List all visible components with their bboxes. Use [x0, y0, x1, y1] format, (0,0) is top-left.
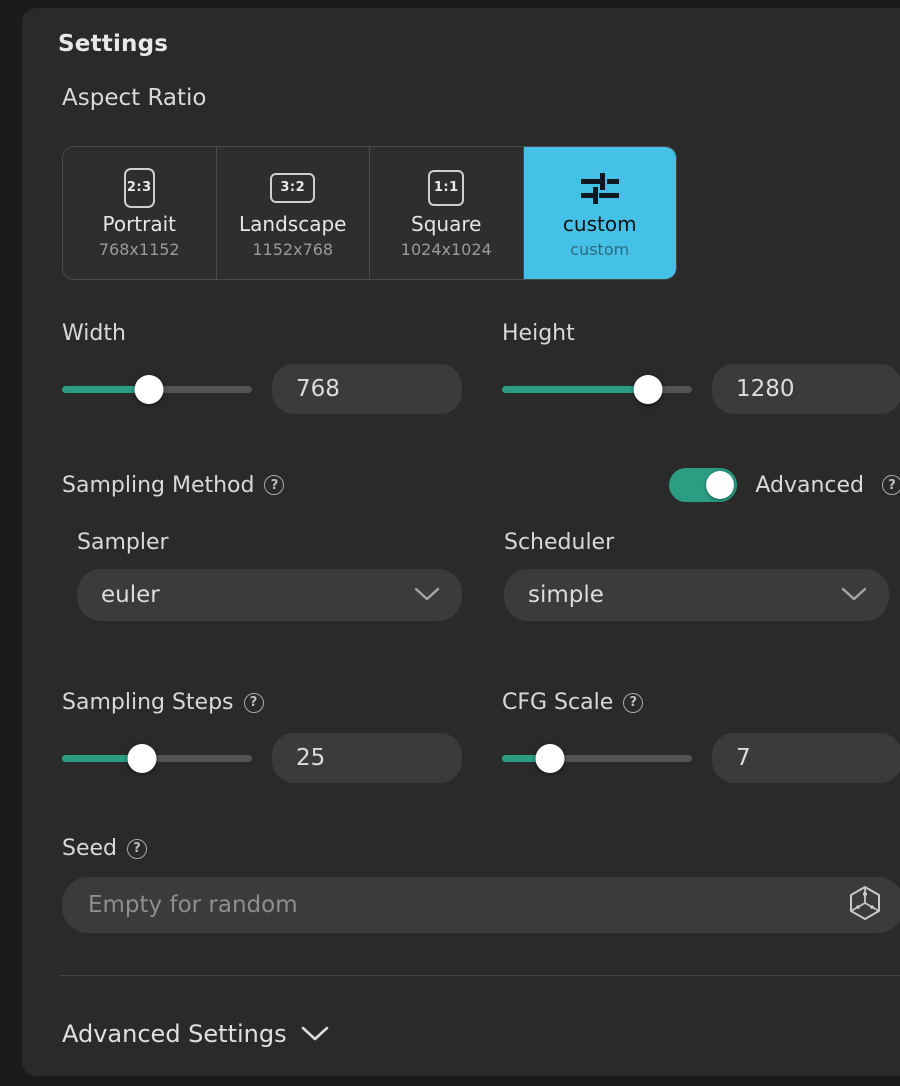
aspect-ratio-option-portrait[interactable]: 2:3 Portrait 768x1152	[63, 147, 217, 279]
scheduler-field: Scheduler simple	[504, 530, 900, 621]
aspect-ratio-option-name: Portrait	[102, 211, 177, 236]
sampler-label: Sampler	[77, 530, 169, 555]
dice-icon[interactable]	[848, 885, 882, 925]
sampling-steps-field: Sampling Steps ? 25	[62, 690, 502, 783]
height-input[interactable]: 1280	[712, 364, 900, 414]
cfg-scale-field: CFG Scale ? 7	[502, 690, 900, 783]
sampling-method-label: Sampling Method ?	[62, 472, 285, 498]
aspect-ratio-option-square[interactable]: 1:1 Square 1024x1024	[370, 147, 524, 279]
aspect-ratio-group: 2:3 Portrait 768x1152 3:2 Landscape 1152…	[62, 146, 677, 280]
seed-text: Seed	[62, 836, 117, 861]
advanced-settings-toggle[interactable]: Advanced Settings	[62, 1020, 329, 1048]
width-input[interactable]: 768	[272, 364, 462, 414]
width-value: 768	[296, 376, 340, 402]
landscape-ratio-text: 3:2	[270, 172, 316, 203]
aspect-ratio-option-name: Square	[411, 211, 482, 236]
chevron-down-icon	[841, 582, 867, 608]
cfg-scale-slider-thumb[interactable]	[535, 743, 564, 773]
sampling-steps-input[interactable]: 25	[272, 733, 462, 783]
cfg-scale-value: 7	[736, 745, 751, 771]
portrait-ratio-text: 2:3	[123, 167, 155, 208]
chevron-down-icon	[301, 1020, 329, 1048]
width-label: Width	[62, 321, 126, 346]
seed-label: Seed ?	[62, 836, 900, 861]
cfg-scale-text: CFG Scale	[502, 690, 614, 715]
advanced-settings-label: Advanced Settings	[62, 1020, 287, 1048]
landscape-ratio-icon: 3:2	[270, 168, 316, 208]
aspect-ratio-option-custom[interactable]: custom custom	[523, 147, 676, 279]
sampler-select[interactable]: euler	[77, 569, 462, 621]
settings-panel: Settings Aspect Ratio 2:3 Portrait 768x1…	[22, 8, 900, 1076]
advanced-toggle-knob	[706, 471, 735, 499]
chevron-down-icon	[414, 582, 440, 608]
seed-help-icon[interactable]: ?	[127, 838, 147, 859]
sampling-method-text: Sampling Method	[62, 472, 255, 498]
height-value: 1280	[736, 376, 795, 402]
square-ratio-text: 1:1	[428, 169, 465, 206]
section-divider	[60, 975, 900, 976]
cfg-scale-help-icon[interactable]: ?	[623, 692, 644, 713]
sampling-steps-slider[interactable]	[62, 743, 252, 773]
scheduler-label: Scheduler	[504, 530, 615, 555]
aspect-ratio-option-dimensions: 1024x1024	[400, 239, 492, 259]
page-title: Settings	[58, 31, 169, 57]
scheduler-value: simple	[528, 582, 604, 608]
seed-input[interactable]: Empty for random	[62, 877, 900, 933]
advanced-toggle[interactable]	[669, 468, 738, 502]
height-slider[interactable]	[502, 374, 692, 404]
width-field: Width 768	[62, 321, 502, 414]
aspect-ratio-option-dimensions: 1152x768	[252, 239, 334, 259]
aspect-ratio-option-name: custom	[562, 211, 637, 236]
aspect-ratio-option-name: Landscape	[239, 211, 347, 236]
aspect-ratio-option-dimensions: custom	[570, 239, 630, 259]
sampler-field: Sampler euler	[77, 530, 504, 621]
sampling-method-help-icon[interactable]: ?	[264, 475, 285, 495]
aspect-ratio-option-landscape[interactable]: 3:2 Landscape 1152x768	[216, 147, 370, 279]
sliders-icon	[578, 168, 622, 208]
width-slider-thumb[interactable]	[134, 374, 164, 404]
seed-placeholder: Empty for random	[88, 892, 298, 918]
cfg-scale-slider[interactable]	[502, 743, 692, 773]
sampling-steps-value: 25	[296, 745, 326, 771]
sampling-steps-label: Sampling Steps ?	[62, 690, 502, 715]
cfg-scale-label: CFG Scale ?	[502, 690, 900, 715]
sampling-steps-help-icon[interactable]: ?	[243, 692, 264, 713]
height-slider-thumb[interactable]	[633, 374, 663, 404]
square-ratio-icon: 1:1	[428, 168, 465, 208]
seed-field: Seed ? Empty for random	[62, 836, 900, 933]
aspect-ratio-label: Aspect Ratio	[62, 85, 207, 111]
advanced-label: Advanced	[755, 472, 864, 498]
aspect-ratio-option-dimensions: 768x1152	[98, 239, 180, 259]
sampling-steps-slider-thumb[interactable]	[127, 743, 157, 773]
cfg-scale-input[interactable]: 7	[712, 733, 900, 783]
scheduler-select[interactable]: simple	[504, 569, 889, 621]
height-label: Height	[502, 321, 575, 346]
width-slider[interactable]	[62, 374, 252, 404]
portrait-ratio-icon: 2:3	[123, 167, 155, 208]
sampler-value: euler	[101, 582, 160, 608]
height-field: Height 1280	[502, 321, 900, 414]
sampling-steps-text: Sampling Steps	[62, 690, 234, 715]
height-slider-fill	[502, 385, 649, 393]
advanced-help-icon[interactable]: ?	[882, 475, 900, 495]
